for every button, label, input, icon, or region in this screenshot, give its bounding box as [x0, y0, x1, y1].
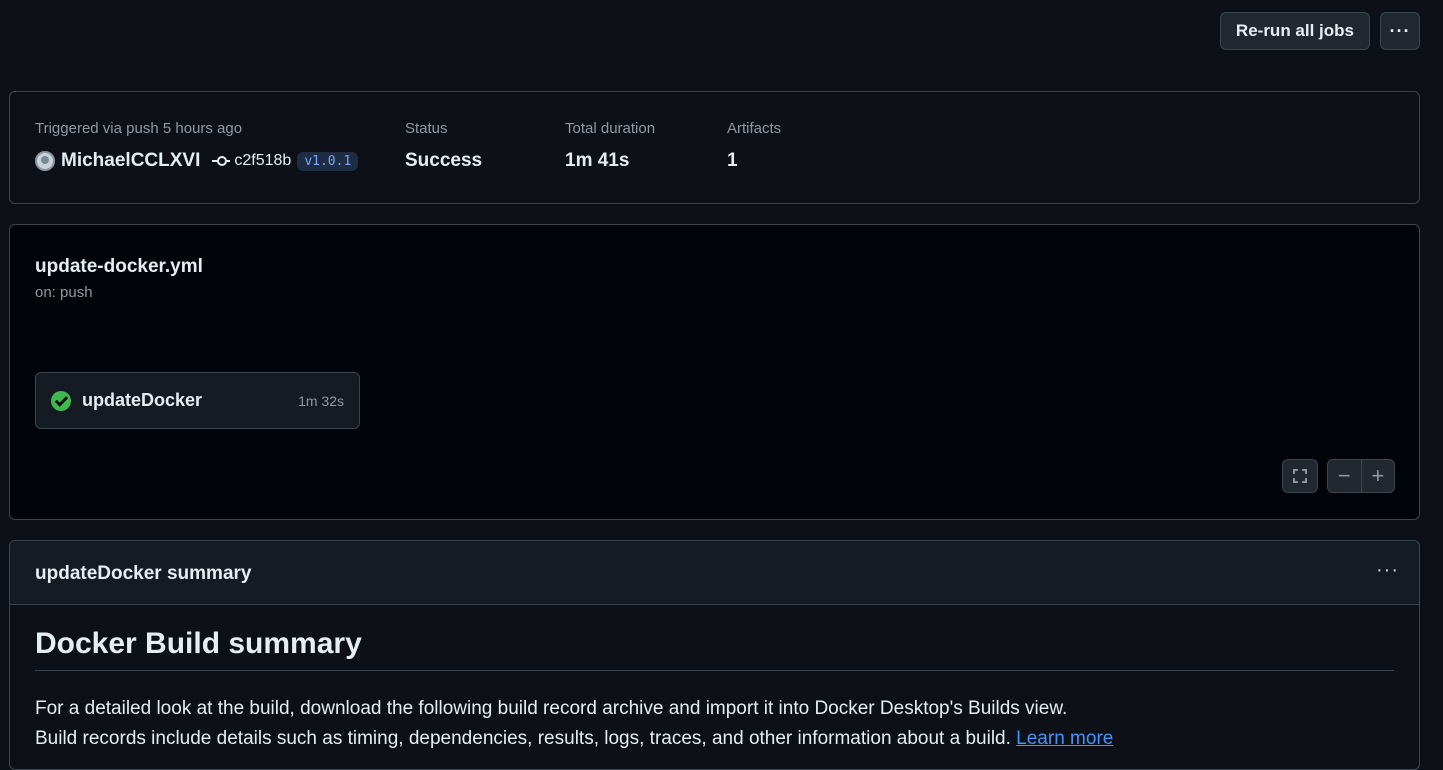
- summary-line-1: For a detailed look at the build, downlo…: [35, 698, 1068, 719]
- duration-info: Total duration 1m 41s: [565, 120, 655, 172]
- learn-more-link[interactable]: Learn more: [1016, 728, 1113, 749]
- fullscreen-icon: [1293, 469, 1307, 483]
- fit-to-screen-button[interactable]: [1282, 459, 1318, 493]
- artifacts-label: Artifacts: [727, 120, 782, 137]
- summary-line-2-text: Build records include details such as ti…: [35, 728, 1011, 749]
- check-circle-icon: [51, 390, 71, 411]
- workflow-file-name: update-docker.yml: [35, 256, 203, 277]
- summary-more-button[interactable]: ···: [1376, 559, 1399, 582]
- summary-title: updateDocker summary: [35, 563, 252, 584]
- actor-link[interactable]: MichaelCCLXVI: [61, 150, 200, 172]
- job-duration: 1m 32s: [298, 392, 344, 409]
- git-commit-icon: [212, 156, 231, 166]
- commit-sha-link[interactable]: c2f518b: [234, 152, 291, 170]
- zoom-in-button[interactable]: +: [1362, 460, 1395, 492]
- zoom-out-button[interactable]: −: [1328, 460, 1362, 492]
- run-actions: Re-run all jobs ···: [1219, 12, 1420, 50]
- more-options-button[interactable]: ···: [1380, 12, 1420, 50]
- rerun-all-jobs-button[interactable]: Re-run all jobs: [1219, 12, 1370, 50]
- summary-line-2: Build records include details such as ti…: [35, 724, 1113, 754]
- job-name: updateDocker: [82, 390, 203, 410]
- trigger-info: Triggered via push 5 hours ago MichaelCC…: [35, 120, 359, 172]
- job-card-updatedocker[interactable]: updateDocker 1m 32s: [35, 372, 360, 429]
- run-info-card: Triggered via push 5 hours ago MichaelCC…: [9, 91, 1420, 204]
- duration-value: 1m 41s: [565, 150, 630, 171]
- artifacts-count-link[interactable]: 1: [727, 150, 781, 172]
- status-label: Status: [405, 120, 448, 137]
- duration-label: Total duration: [565, 120, 656, 137]
- trigger-details: MichaelCCLXVI c2f518b v1.0.1: [35, 150, 359, 172]
- job-summary-card: updateDocker summary ··· Docker Build su…: [9, 540, 1420, 770]
- workflow-trigger: on: push: [35, 284, 93, 301]
- artifacts-info: Artifacts 1: [727, 120, 781, 172]
- status-info: Status Success: [405, 120, 482, 172]
- summary-heading: Docker Build summary: [35, 627, 362, 660]
- status-value: Success: [405, 150, 483, 171]
- summary-body: For a detailed look at the build, downlo…: [35, 694, 1113, 754]
- branch-tag[interactable]: v1.0.1: [297, 151, 359, 171]
- avatar[interactable]: [35, 151, 55, 171]
- trigger-label: Triggered via push 5 hours ago: [35, 120, 243, 137]
- divider: [35, 670, 1394, 671]
- zoom-controls: − +: [1327, 459, 1395, 493]
- workflow-graph: update-docker.yml on: push updateDocker …: [9, 224, 1420, 520]
- summary-header: updateDocker summary ···: [10, 541, 1419, 605]
